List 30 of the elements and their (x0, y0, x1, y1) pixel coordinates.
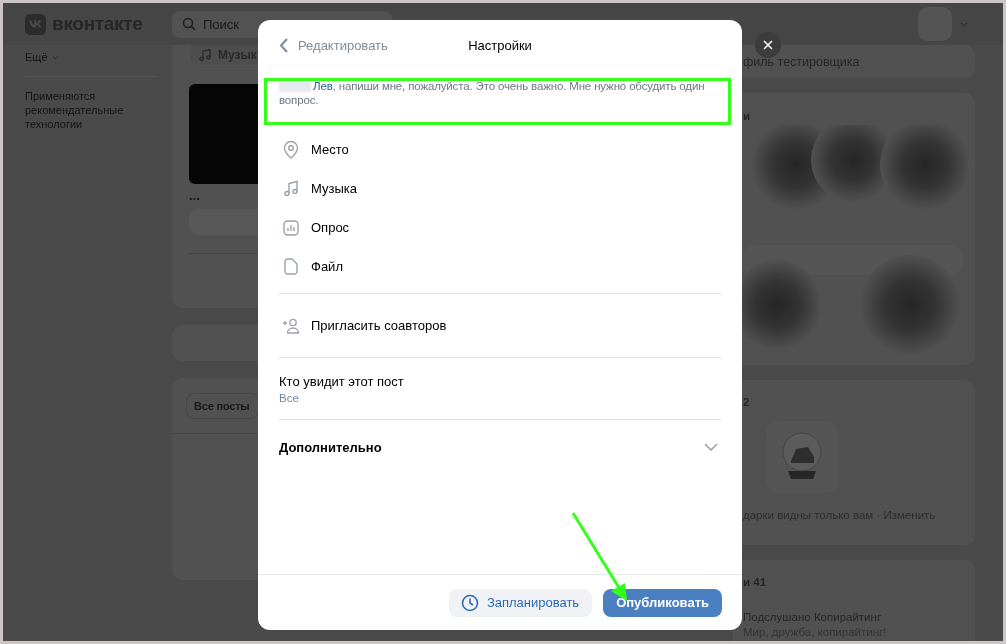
chevron-down-icon (704, 443, 718, 451)
attachment-option[interactable]: Место (258, 130, 742, 169)
music-note-icon (198, 48, 212, 62)
chevron-down-icon[interactable] (960, 21, 968, 27)
poll-icon (282, 219, 300, 236)
search-icon (182, 16, 196, 31)
clock-icon (460, 593, 479, 612)
publish-button[interactable]: Опубликовать (603, 588, 722, 617)
gift-tile[interactable] (766, 421, 838, 493)
add-person-icon (282, 317, 300, 334)
visibility-value[interactable]: Все (279, 392, 721, 404)
ellipsis: ... (189, 188, 200, 203)
invite-coauthors-option[interactable]: Пригласить соавторов (258, 306, 742, 345)
attachment-option[interactable]: Файл (258, 247, 742, 286)
more-section-toggle[interactable]: Дополнительно (258, 420, 742, 474)
visibility-label: Кто увидит этот пост (279, 374, 405, 389)
mention-link[interactable]: Лев (313, 80, 333, 92)
dialog-title: Настройки (468, 37, 532, 53)
close-icon (763, 40, 773, 50)
video-thumbnail[interactable] (189, 84, 259, 184)
schedule-button[interactable]: Запланировать (448, 588, 593, 617)
chevron-left-icon (279, 37, 288, 53)
attachment-option[interactable]: Музыка (258, 169, 742, 208)
music-note-icon (282, 180, 300, 197)
redaction-mark (279, 81, 311, 92)
separator-dot: · (876, 509, 881, 521)
location-pin-icon (282, 140, 300, 159)
attachment-option[interactable]: Опрос (258, 208, 742, 247)
logo-icon (25, 13, 46, 35)
file-icon (282, 258, 300, 275)
